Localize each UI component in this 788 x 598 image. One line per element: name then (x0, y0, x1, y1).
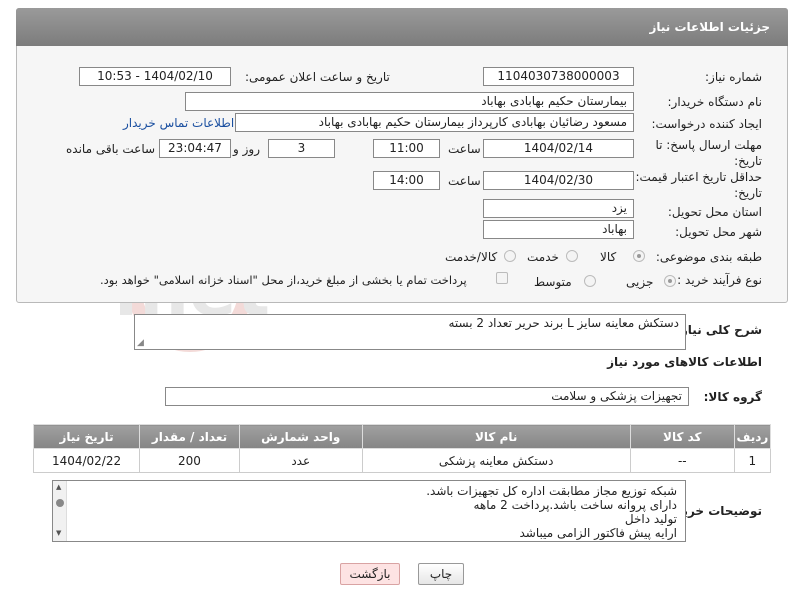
category-both-radio[interactable] (504, 250, 516, 262)
scroll-up-icon[interactable]: ▲ (56, 483, 61, 491)
cell-unit: عدد (238, 448, 363, 473)
deadline-label: مهلت ارسال پاسخ: تا تاریخ: (655, 138, 762, 168)
deadline-time-field: 11:00 (373, 139, 440, 158)
category-goods-radio[interactable] (633, 250, 645, 262)
buyer-note-line: ارایه پیش فاکتور الزامی میباشد (519, 526, 677, 540)
col-row-number: ردیف (733, 424, 772, 449)
col-item-name: نام کالا (361, 424, 631, 449)
validity-time-field: 14:00 (373, 171, 440, 190)
remaining-label: ساعت باقی مانده (66, 142, 156, 156)
description-label: شرح کلی نیاز: (676, 323, 762, 337)
col-unit: واحد شمارش (238, 424, 363, 449)
buyer-note-line: دارای پروانه ساخت باشد.پرداخت 2 ماهه (473, 498, 677, 512)
province-label: استان محل تحویل: (667, 205, 762, 219)
col-item-code: کد کالا (629, 424, 735, 449)
col-need-date: تاریخ نیاز (32, 424, 141, 449)
resize-grip-icon[interactable]: ◢ (137, 338, 144, 348)
table-row: 1 -- دستکش معاینه پزشکی عدد 200 1404/02/… (32, 448, 772, 473)
buyer-contact-link[interactable]: اطلاعات تماس خریدار (123, 116, 234, 130)
category-service-label: خدمت (527, 250, 559, 264)
process-medium-radio[interactable] (584, 275, 596, 287)
category-label: طبقه بندی موضوعی: (655, 250, 762, 264)
goods-table-header: ردیف کد کالا نام کالا واحد شمارش تعداد /… (32, 424, 772, 449)
days-label: روز و (233, 142, 260, 156)
process-medium-label: متوسط (534, 275, 572, 289)
city-field: بهاباد (483, 220, 634, 239)
category-both-label: کالا/خدمت (445, 250, 498, 264)
announce-label: تاریخ و ساعت اعلان عمومی: (245, 70, 390, 84)
scroll-down-icon[interactable]: ▼ (56, 529, 61, 537)
validity-date-field: 1404/02/30 (483, 171, 634, 190)
days-remaining-field: 3 (268, 139, 335, 158)
buyer-label: نام دستگاه خریدار: (667, 95, 763, 109)
remaining-time-field: 23:04:47 (159, 139, 231, 158)
category-goods-label: کالا (600, 250, 617, 264)
notes-scrollbar[interactable]: ▲ ▼ (53, 481, 67, 541)
panel-header: جزئیات اطلاعات نیاز (16, 8, 788, 46)
page-title: جزئیات اطلاعات نیاز (649, 20, 770, 34)
process-minor-radio[interactable] (664, 275, 676, 287)
description-field[interactable]: دستکش معاینه سایز L برند حریر تعداد 2 بس… (134, 314, 686, 350)
buyer-note-line: شبکه توزیع مجاز مطابقت اداره کل تجهیزات … (426, 484, 677, 498)
treasury-payment-checkbox[interactable] (496, 272, 508, 284)
announce-datetime-field: 1404/02/10 - 10:53 (79, 67, 231, 86)
cell-item-name: دستکش معاینه پزشکی (361, 448, 631, 473)
goods-table: ردیف کد کالا نام کالا واحد شمارش تعداد /… (32, 424, 772, 473)
process-minor-label: جزیی (626, 275, 654, 289)
deadline-time-label: ساعت (448, 142, 481, 156)
buyer-note-line: تولید داخل (624, 512, 677, 526)
back-button[interactable]: بازگشت (340, 563, 400, 585)
category-service-radio[interactable] (566, 250, 578, 262)
validity-time-label: ساعت (448, 174, 481, 188)
need-number-field: 1104030738000003 (483, 67, 634, 86)
requester-field: مسعود رضائیان بهابادی کارپرداز بیمارستان… (235, 113, 634, 132)
province-field: یزد (483, 199, 634, 218)
cell-need-date: 1404/02/22 (32, 448, 141, 473)
cell-quantity: 200 (139, 448, 240, 473)
requester-label: ایجاد کننده درخواست: (651, 117, 762, 131)
goods-section-title: اطلاعات کالاهای مورد نیاز (607, 355, 762, 369)
buyer-notes-field[interactable]: شبکه توزیع مجاز مطابقت اداره کل تجهیزات … (52, 480, 686, 542)
treasury-payment-label: پرداخت تمام یا بخشی از مبلغ خرید،از محل … (100, 273, 467, 287)
print-button[interactable]: چاپ (418, 563, 464, 585)
validity-label: حداقل تاریخ اعتبار قیمت: تا تاریخ: (624, 170, 762, 200)
process-label: نوع فرآیند خرید : (677, 273, 762, 287)
city-label: شهر محل تحویل: (675, 225, 762, 239)
goods-group-label: گروه کالا: (703, 390, 762, 404)
cell-row-number: 1 (733, 448, 772, 473)
buyer-field: بیمارستان حکیم بهابادی بهاباد (185, 92, 634, 111)
deadline-date-field: 1404/02/14 (483, 139, 634, 158)
cell-item-code: -- (629, 448, 735, 473)
col-quantity: تعداد / مقدار (139, 424, 240, 449)
need-number-label: شماره نیاز: (705, 70, 762, 84)
scroll-thumb[interactable] (56, 499, 64, 507)
goods-group-field: تجهیزات پزشکی و سلامت (165, 387, 689, 406)
